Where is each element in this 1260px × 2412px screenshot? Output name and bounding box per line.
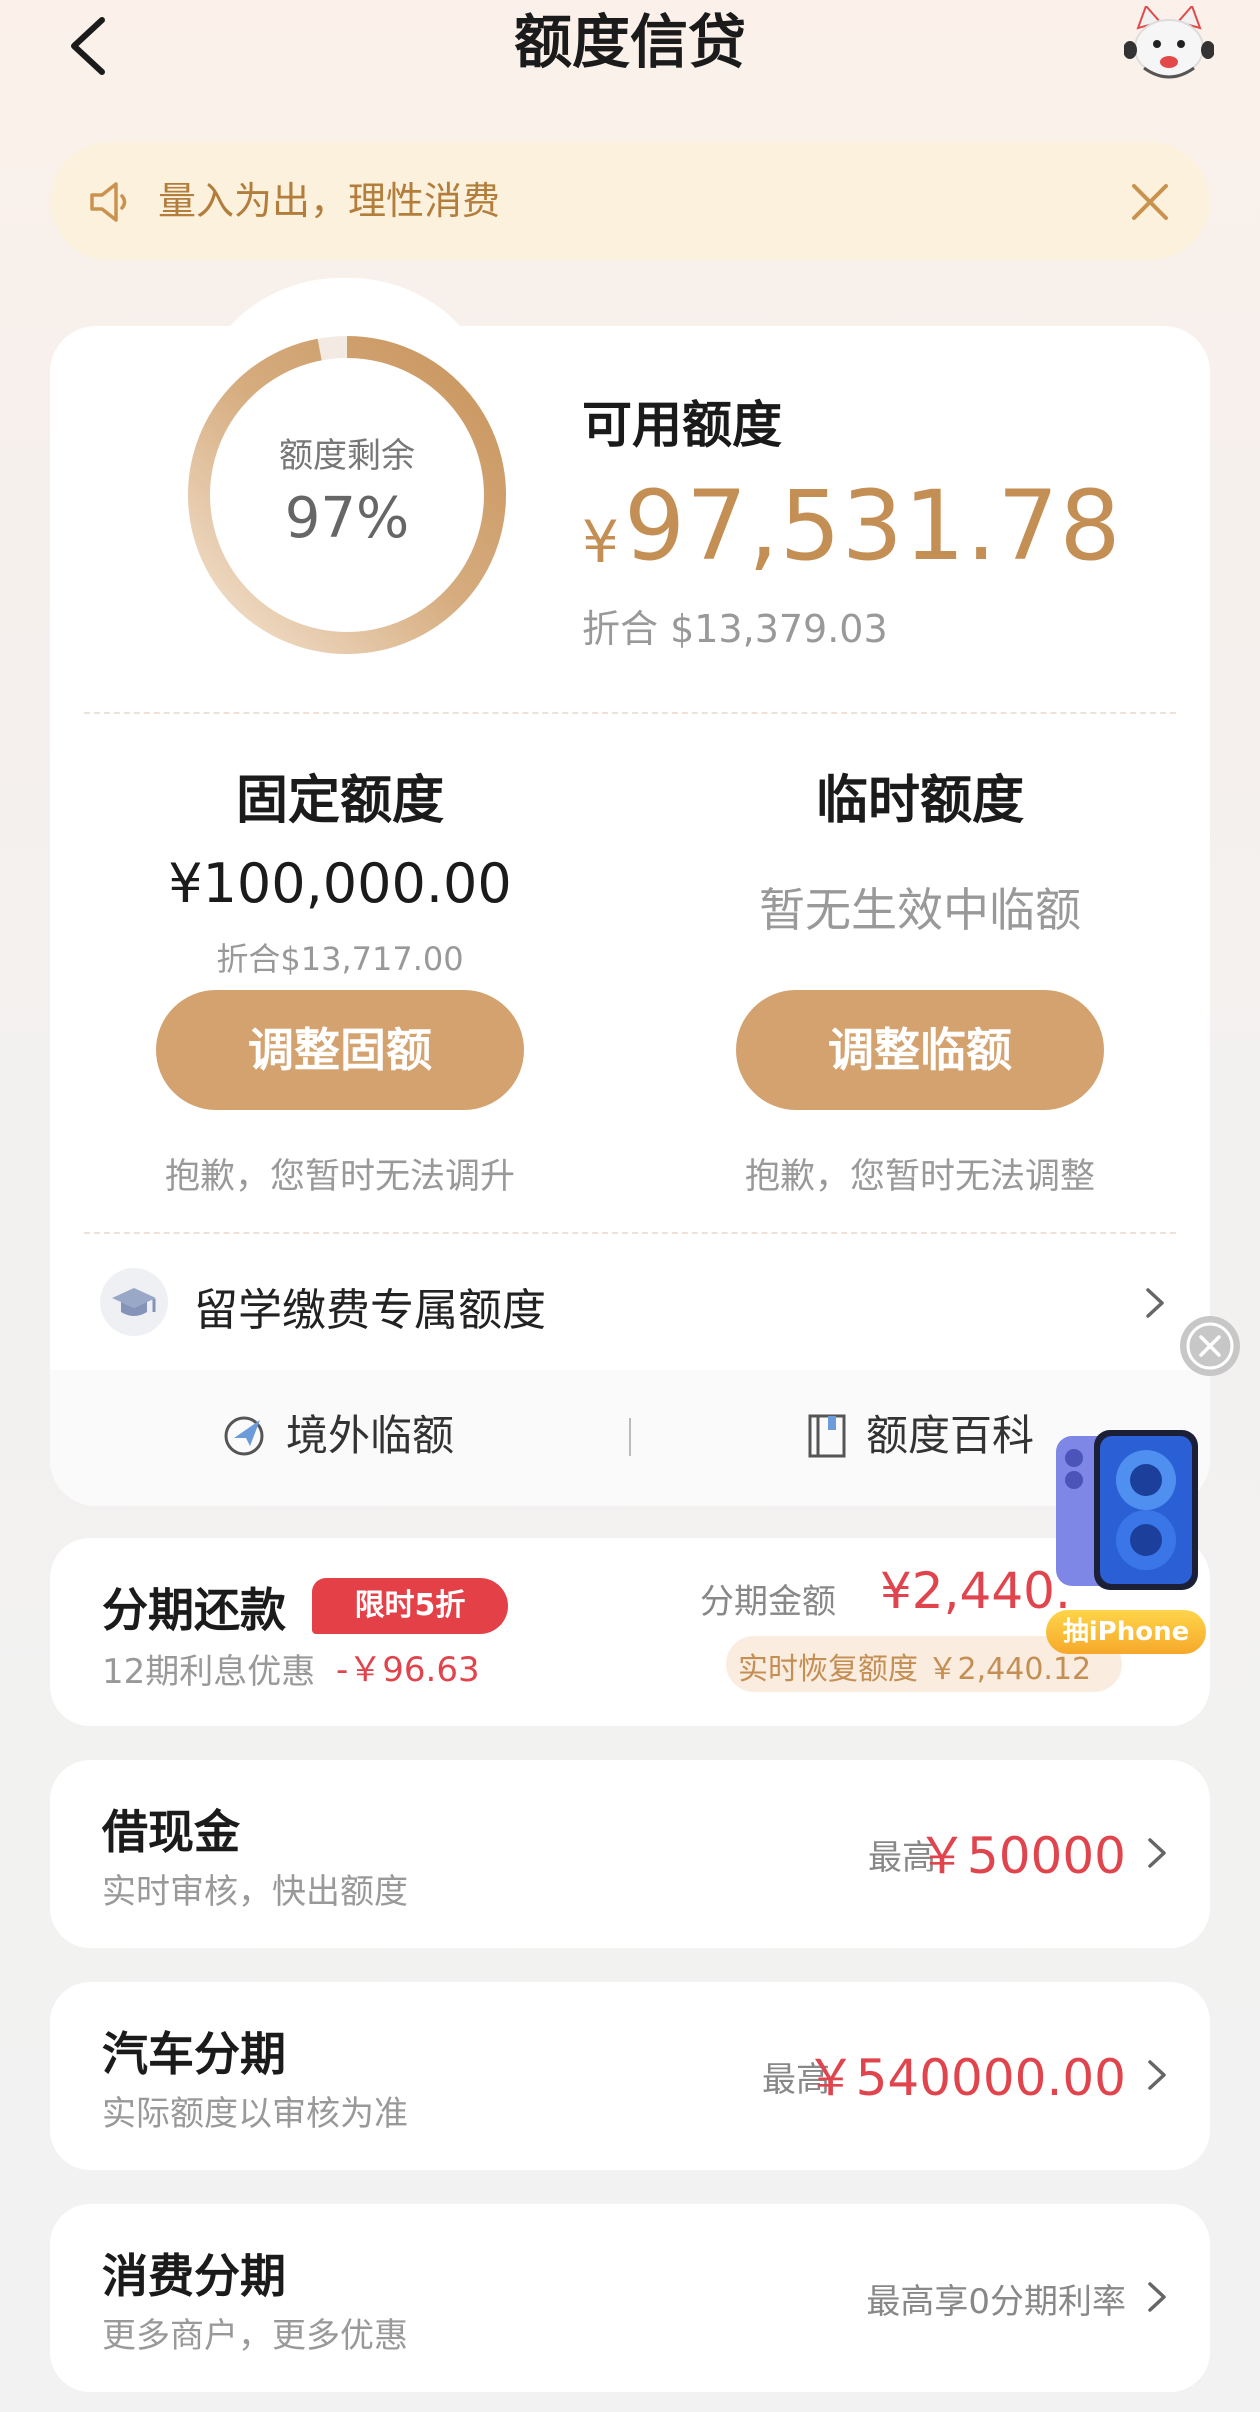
temp-note: 抱歉，您暂时无法调整	[744, 1157, 1095, 1197]
fixed-quota-amount: ¥100,000.00	[168, 852, 512, 915]
available-equiv: 折合 $13,379.03	[582, 607, 888, 651]
adjust-temp-button[interactable]: 调整临额	[736, 990, 1104, 1110]
temp-quota-title: 临时额度	[815, 771, 1024, 831]
cash-max-amount: ￥50000	[916, 1827, 1126, 1885]
chevron-right-icon[interactable]	[1146, 2280, 1168, 2314]
book-icon	[808, 1414, 846, 1458]
cash-title: 借现金	[102, 1805, 240, 1859]
quota-encyclopedia-link[interactable]: 额度百科	[866, 1400, 1034, 1472]
fixed-quota-title: 固定额度	[235, 771, 444, 831]
fixed-note: 抱歉，您暂时无法调升	[164, 1157, 515, 1197]
adjust-fixed-button[interactable]: 调整固额	[156, 990, 524, 1110]
divider	[84, 712, 1176, 714]
page-title: 额度信贷	[513, 8, 746, 76]
iphone-promo-image[interactable]	[1054, 1428, 1202, 1600]
ring-percent: 97%	[284, 486, 410, 551]
installment-title: 分期还款	[102, 1583, 286, 1637]
car-title: 汽车分期	[102, 2027, 286, 2081]
close-icon[interactable]	[1180, 1316, 1240, 1376]
separator	[629, 1418, 631, 1456]
available-currency: ¥	[582, 508, 619, 576]
close-icon[interactable]	[1128, 180, 1172, 224]
mascot-icon[interactable]	[1124, 6, 1214, 86]
notice-text: 量入为出，理性消费	[158, 179, 501, 223]
cash-sub: 实时审核，快出额度	[102, 1872, 408, 1912]
overseas-temp-quota-link[interactable]: 境外临额	[286, 1400, 454, 1472]
available-label: 可用额度	[582, 396, 782, 454]
study-row-icon-bg	[100, 1268, 168, 1336]
consumer-title: 消费分期	[102, 2249, 286, 2303]
fixed-quota-equiv: 折合$13,717.00	[216, 940, 464, 978]
chevron-right-icon[interactable]	[1146, 2058, 1168, 2092]
study-abroad-quota-link[interactable]: 留学缴费专属额度	[194, 1274, 546, 1338]
temp-quota-status: 暂无生效中临额	[759, 883, 1081, 937]
consumer-sub: 更多商户，更多优惠	[102, 2316, 408, 2356]
chevron-right-icon[interactable]	[1144, 1286, 1166, 1320]
graduation-cap-icon	[112, 1288, 156, 1316]
available-amount: 97,531.78	[624, 470, 1122, 582]
promo-badge: 限时5折	[312, 1578, 508, 1634]
car-sub: 实际额度以审核为准	[102, 2094, 408, 2134]
ring-label: 额度剩余	[279, 436, 415, 476]
consumer-rate-text: 最高享0分期利率	[866, 2282, 1126, 2322]
globe-plane-icon	[224, 1416, 264, 1456]
installment-discount: -￥96.63	[336, 1650, 480, 1690]
speaker-icon	[90, 182, 127, 222]
restore-quota-text: 实时恢复额度 ￥2,440.12	[738, 1652, 1092, 1687]
chevron-right-icon[interactable]	[1146, 1836, 1168, 1870]
installment-amount-label: 分期金额	[700, 1582, 836, 1622]
installment-sub: 12期利息优惠	[102, 1652, 316, 1692]
car-max-amount: ￥540000.00	[805, 2049, 1126, 2107]
divider	[84, 1232, 1176, 1234]
iphone-promo-tag[interactable]: 抽iPhone	[1046, 1610, 1206, 1654]
float-close-button[interactable]	[1180, 1316, 1240, 1376]
